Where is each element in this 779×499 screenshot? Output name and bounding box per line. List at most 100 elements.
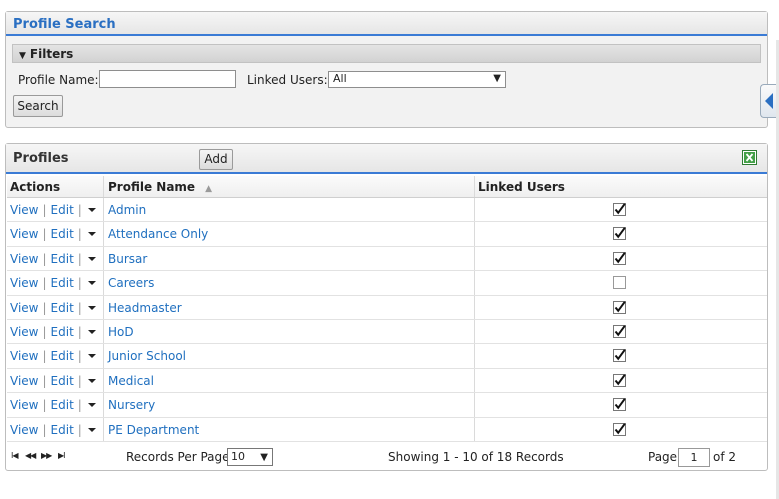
actions-cell: View | Edit | — [7, 344, 104, 368]
actions-cell: View | Edit | — [7, 295, 104, 319]
linked-users-cell — [475, 247, 767, 270]
edit-link[interactable]: Edit — [51, 203, 74, 217]
profile-name-cell: Admin — [104, 198, 475, 222]
actions-menu-caret-icon[interactable] — [88, 354, 96, 359]
first-page-icon[interactable]: I◀ — [11, 451, 18, 460]
checkbox-checked-icon[interactable] — [613, 373, 626, 387]
profile-name-cell: PE Department — [104, 417, 475, 441]
records-per-page-value: 10 — [231, 450, 245, 463]
edit-link[interactable]: Edit — [51, 227, 74, 241]
edit-link[interactable]: Edit — [51, 252, 74, 266]
checkbox-checked-icon[interactable] — [613, 251, 626, 265]
linked-users-select[interactable]: All ▼ — [328, 71, 506, 88]
checkbox-checked-icon[interactable] — [613, 227, 626, 241]
view-link[interactable]: View — [10, 276, 38, 290]
profile-name-link[interactable]: Careers — [108, 276, 154, 290]
column-header-linked-users: Linked Users — [478, 180, 565, 194]
filters-toggle[interactable]: ▼ Filters — [12, 44, 761, 63]
linked-users-cell — [475, 393, 767, 416]
checkbox-checked-icon[interactable] — [613, 349, 626, 363]
page-number-input[interactable]: 1 — [678, 448, 710, 467]
checkbox-checked-icon[interactable] — [613, 300, 626, 314]
separator: | — [42, 203, 47, 217]
checkbox-checked-icon[interactable] — [613, 324, 626, 338]
separator: | — [77, 251, 82, 266]
profile-name-cell: Bursar — [104, 246, 475, 271]
profile-name-input[interactable] — [99, 70, 236, 88]
filters-label: Filters — [29, 47, 74, 61]
linked-users-label: Linked Users: — [247, 73, 328, 87]
view-link[interactable]: View — [10, 423, 38, 437]
view-link[interactable]: View — [10, 398, 38, 412]
search-button[interactable]: Search — [13, 95, 63, 117]
profile-name-link[interactable]: PE Department — [108, 423, 199, 437]
edit-link[interactable]: Edit — [51, 276, 74, 290]
actions-menu-caret-icon[interactable] — [88, 305, 96, 310]
profile-name-cell: Careers — [104, 271, 475, 295]
showing-records-text: Showing 1 - 10 of 18 Records — [388, 450, 564, 464]
checkbox-checked-icon[interactable] — [613, 398, 626, 412]
profile-name-link[interactable]: Medical — [108, 374, 154, 388]
view-link[interactable]: View — [10, 203, 38, 217]
checkbox-unchecked-icon[interactable] — [613, 276, 626, 290]
separator: | — [77, 373, 82, 388]
excel-export-icon[interactable] — [742, 150, 757, 165]
edit-link[interactable]: Edit — [51, 325, 74, 339]
linked-users-cell — [475, 418, 767, 441]
profile-name-link[interactable]: Headmaster — [108, 301, 182, 315]
profiles-title: Profiles — [13, 151, 69, 166]
view-link[interactable]: View — [10, 301, 38, 315]
actions-menu-caret-icon[interactable] — [88, 329, 96, 334]
checkbox-checked-icon[interactable] — [613, 422, 626, 436]
actions-menu-caret-icon[interactable] — [88, 208, 96, 212]
column-header-profile-name[interactable]: Profile Name ▲ — [104, 176, 475, 197]
previous-page-icon[interactable]: ◀◀ — [25, 451, 36, 460]
linked-users-cell — [475, 296, 767, 319]
actions-menu-caret-icon[interactable] — [88, 378, 96, 383]
edit-link[interactable]: Edit — [51, 423, 74, 437]
profile-search-header: Profile Search — [6, 12, 767, 36]
separator: | — [42, 373, 47, 388]
profile-name-link[interactable]: Junior School — [108, 349, 186, 363]
view-link[interactable]: View — [10, 252, 38, 266]
edit-link[interactable]: Edit — [51, 301, 74, 315]
last-page-icon[interactable]: ▶I — [58, 451, 65, 460]
view-link[interactable]: View — [10, 227, 38, 241]
separator: | — [77, 276, 82, 291]
profile-name-link[interactable]: Bursar — [108, 252, 147, 266]
actions-menu-caret-icon[interactable] — [88, 427, 96, 432]
actions-menu-caret-icon[interactable] — [88, 256, 96, 261]
table-row: View | Edit | Junior School — [7, 344, 767, 369]
actions-cell: View | Edit | — [7, 198, 104, 222]
view-link[interactable]: View — [10, 325, 38, 339]
records-per-page-select[interactable]: 10 ▼ — [227, 448, 273, 466]
table-header-row: Actions Profile Name ▲ Linked Users — [7, 176, 767, 198]
profile-name-cell: Junior School — [104, 344, 475, 368]
next-page-icon[interactable]: ▶▶ — [41, 451, 52, 460]
actions-menu-caret-icon[interactable] — [88, 403, 96, 408]
profile-name-link[interactable]: Nursery — [108, 398, 155, 412]
collapse-panel-tab[interactable] — [760, 84, 776, 118]
edit-link[interactable]: Edit — [51, 398, 74, 412]
edit-link[interactable]: Edit — [51, 374, 74, 388]
profiles-header: Profiles — [6, 144, 767, 174]
table-row: View | Edit | Attendance Only — [7, 222, 767, 247]
profile-name-link[interactable]: Admin — [108, 203, 146, 217]
view-link[interactable]: View — [10, 349, 38, 363]
linked-users-cell — [475, 198, 767, 221]
profile-search-panel: Profile Search ▼ Filters Profile Name: Li… — [5, 11, 768, 128]
edit-link[interactable]: Edit — [51, 349, 74, 363]
actions-menu-caret-icon[interactable] — [88, 232, 96, 237]
linked-users-cell — [475, 271, 767, 294]
view-link[interactable]: View — [10, 374, 38, 388]
profiles-panel: Profiles Add Actions Profile Name ▲ Linke… — [5, 143, 768, 471]
profile-name-link[interactable]: Attendance Only — [108, 227, 208, 241]
profile-name-link[interactable]: HoD — [108, 325, 134, 339]
page-label: Page — [648, 450, 678, 464]
actions-menu-caret-icon[interactable] — [88, 281, 96, 286]
table-row: View | Edit | Bursar — [7, 246, 767, 272]
collapse-triangle-icon: ▼ — [19, 51, 26, 61]
linked-users-selected-value: All — [333, 72, 347, 85]
checkbox-checked-icon[interactable] — [613, 203, 626, 216]
add-profile-button[interactable]: Add — [199, 149, 233, 170]
